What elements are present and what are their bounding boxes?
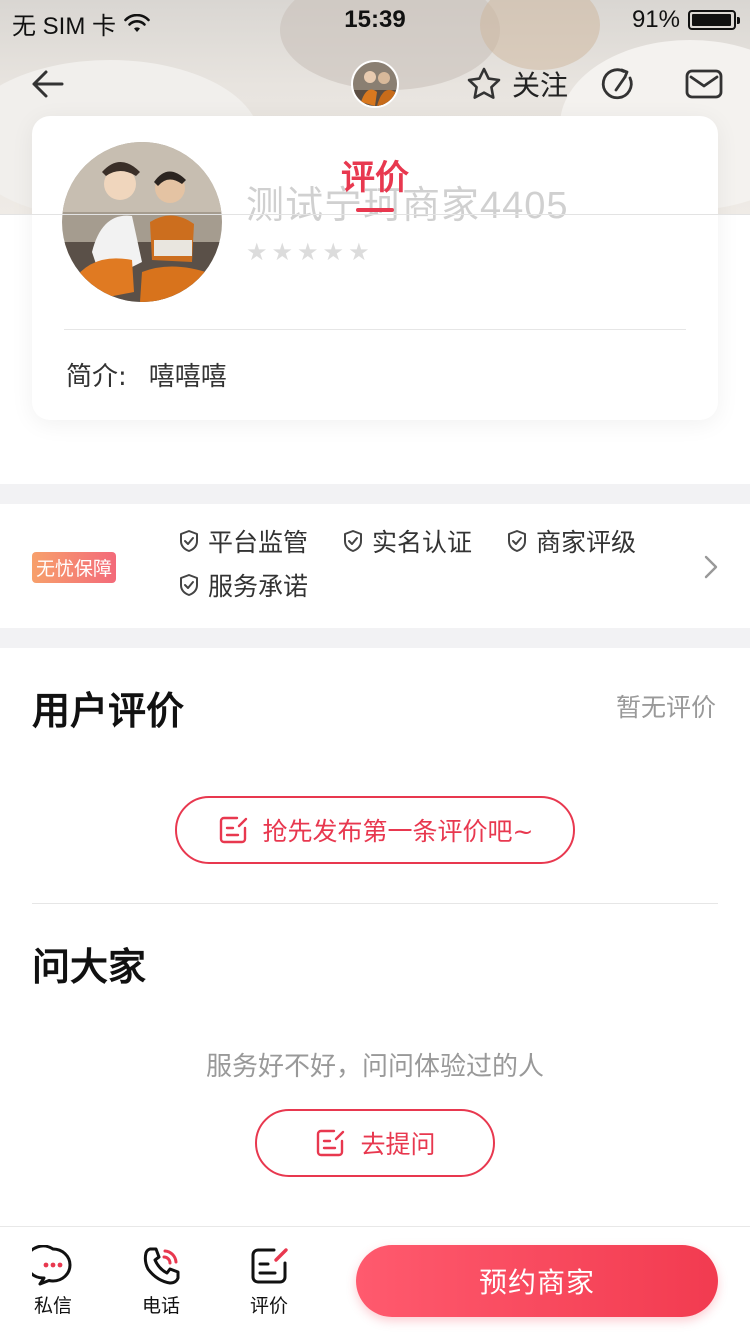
battery-icon [688,10,740,30]
phone-tab[interactable]: 电话 [126,1245,196,1318]
star-icon: ★ [322,238,345,266]
follow-button[interactable]: 关注 [466,64,568,104]
rating-stars: ★ ★ ★ ★ ★ [246,240,370,264]
edit-note-icon [251,1248,288,1284]
ask-question-button[interactable]: 去提问 [255,1109,495,1177]
book-merchant-button[interactable]: 预约商家 [356,1245,718,1317]
guarantee-items: 平台监管 实名认证 商家评级 服务承诺 [178,526,678,601]
follow-label: 关注 [512,69,569,102]
guarantee-badge: 无忧保障 [32,552,117,583]
battery-group: 91% [631,6,740,34]
intro-label: 简介: [66,362,127,392]
star-icon: ★ [246,238,268,266]
shield-check-icon [344,530,363,552]
intro-text: 嘻嘻嘻 [148,362,227,392]
message-tab[interactable]: 私信 [18,1245,88,1318]
tab-review[interactable]: 评价 [0,150,750,212]
nav-merchant-avatar [351,60,399,108]
status-bar: 无 SIM 卡 15:39 91% [0,0,750,40]
phone-icon [143,1247,180,1285]
section-divider [32,903,718,904]
phone-tab-label: 电话 [141,1295,180,1317]
bottom-action-bar: 私信 电话 评价 预约商家 [0,1226,750,1334]
review-tab[interactable]: 评价 [234,1245,304,1318]
mail-icon[interactable] [685,68,723,100]
message-tab-label: 私信 [33,1295,72,1317]
header-divider [0,214,750,215]
guarantee-row[interactable]: 无忧保障 平台监管 实名认证 商家评级 服务承诺 [0,504,750,628]
ask-title: 问大家 [32,945,147,989]
back-arrow-icon[interactable] [28,64,68,104]
guarantee-item: 商家评级 [506,526,636,557]
reviews-title: 用户评价 [32,689,185,733]
tab-review-label: 评价 [341,158,409,198]
section-separator [0,484,750,504]
tab-active-indicator [356,208,394,212]
merchant-intro: 简介: 嘻嘻嘻 [66,356,227,393]
star-icon: ★ [348,238,370,266]
chevron-right-icon [704,555,718,579]
shield-check-icon [180,574,198,596]
shield-check-icon [180,530,198,552]
edit-note-icon [317,1129,345,1157]
write-first-review-label: 抢先发布第一条评价吧~ [262,817,534,846]
star-icon: ★ [297,238,319,266]
ask-subtitle: 服务好不好，问问体验过的人 [205,1052,544,1082]
reviews-empty-status: 暂无评价 [615,693,716,722]
guarantee-item: 平台监管 [178,526,308,557]
card-divider [64,329,686,330]
guarantee-item: 服务承诺 [178,570,308,601]
review-tab-label: 评价 [249,1295,288,1317]
battery-percent: 91% [631,6,680,33]
shield-check-icon [508,530,527,552]
section-separator [0,628,750,648]
star-icon: ★ [271,238,294,266]
share-icon[interactable] [600,66,636,102]
write-first-review-button[interactable]: 抢先发布第一条评价吧~ [175,796,575,864]
edit-note-icon [219,816,247,844]
chat-bubble-icon [32,1245,72,1286]
star-outline-icon [467,67,501,99]
ask-question-label: 去提问 [360,1130,436,1159]
guarantee-item: 实名认证 [342,526,472,557]
